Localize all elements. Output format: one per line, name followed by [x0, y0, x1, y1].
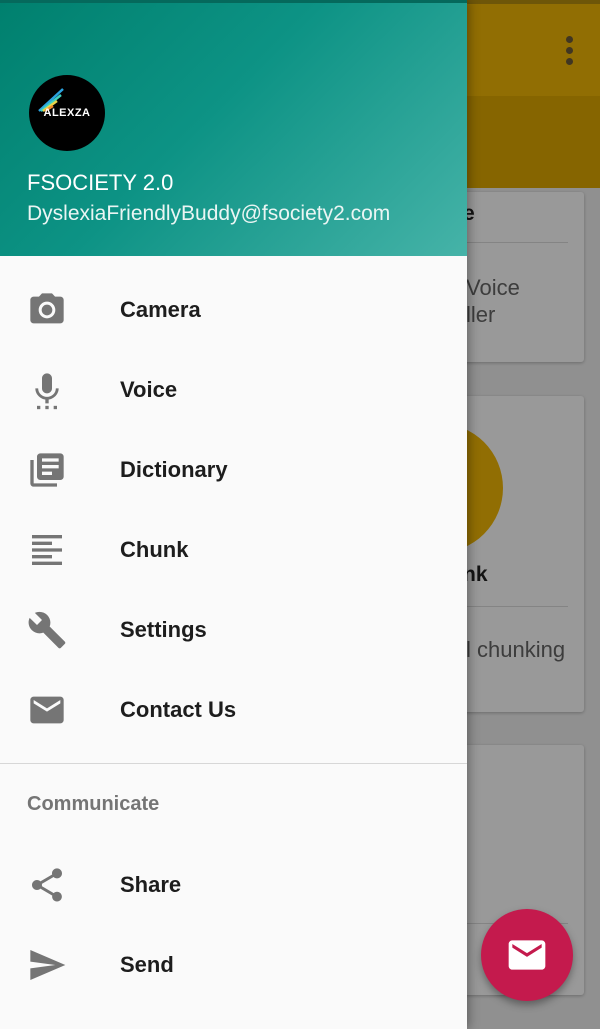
drawer-item-label: Settings: [120, 617, 207, 642]
send-icon: [30, 950, 66, 980]
navigation-drawer: ALEXZA FSOCIETY 2.0 DyslexiaFriendlyBudd…: [0, 0, 467, 1029]
camera-icon: [30, 293, 64, 324]
app-name: FSOCIETY 2.0: [27, 170, 174, 195]
drawer-item-contact-us[interactable]: Contact Us: [0, 670, 467, 750]
drawer-item-dictionary[interactable]: Dictionary: [0, 430, 467, 510]
drawer-item-settings[interactable]: Settings: [0, 590, 467, 670]
drawer-item-chunk[interactable]: Chunk: [0, 510, 467, 590]
drawer-item-send[interactable]: Send: [0, 925, 467, 1005]
section-header-communicate: Communicate: [27, 793, 160, 815]
drawer-item-label: Dictionary: [120, 457, 228, 482]
drawer-item-label: Contact Us: [120, 697, 237, 722]
drawer-item-share[interactable]: Share: [0, 845, 467, 925]
drawer-item-label: Voice: [120, 377, 178, 402]
account-email: DyslexiaFriendlyBuddy@fsociety2.com: [27, 202, 391, 225]
drawer-item-label: Share: [120, 872, 182, 897]
text-align-left-icon: [32, 535, 62, 565]
drawer-divider: [0, 763, 467, 764]
drawer-item-label: Send: [120, 952, 174, 977]
app-logo-avatar[interactable]: ALEXZA: [29, 75, 105, 151]
email-icon: [30, 696, 64, 724]
email-fab-button[interactable]: [481, 909, 573, 1001]
drawer-item-voice[interactable]: Voice: [0, 350, 467, 430]
drawer-item-label: Chunk: [120, 537, 189, 562]
email-icon: [508, 940, 546, 970]
logo-text: ALEXZA: [43, 107, 91, 119]
wrench-icon: [28, 611, 66, 649]
drawer-item-camera[interactable]: Camera: [0, 270, 467, 350]
drawer-item-label: Camera: [120, 297, 201, 322]
library-books-icon: [30, 453, 64, 487]
drawer-header: ALEXZA FSOCIETY 2.0 DyslexiaFriendlyBudd…: [0, 0, 467, 256]
microphone-icon: [35, 373, 59, 410]
share-icon: [32, 868, 62, 902]
